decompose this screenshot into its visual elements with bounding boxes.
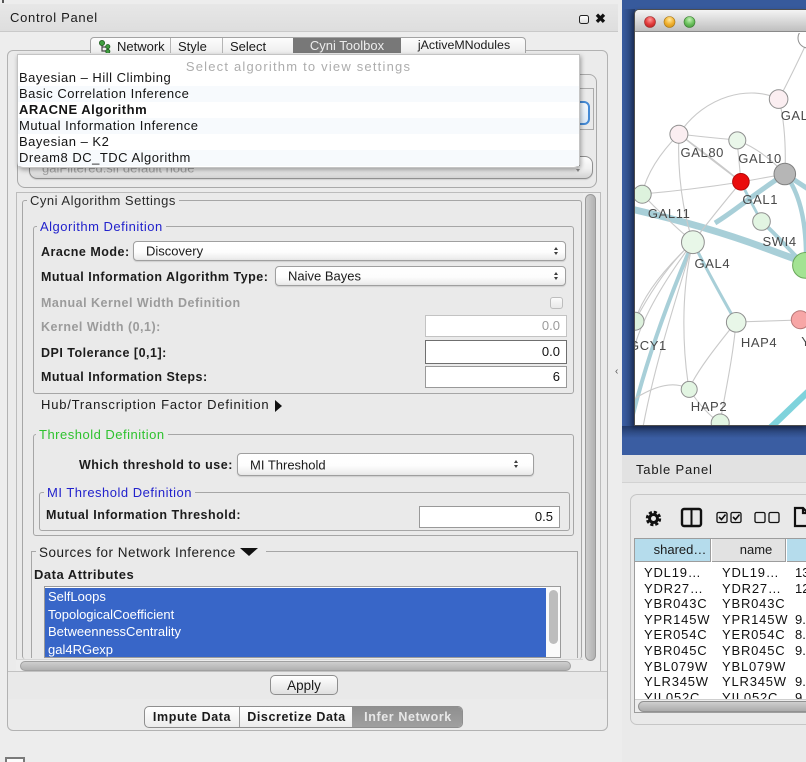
svg-text:GCY1: GCY1 [635, 338, 667, 353]
svg-text:HAP4: HAP4 [741, 335, 777, 350]
svg-text:GAL80: GAL80 [681, 145, 724, 160]
svg-text:GAL11: GAL11 [648, 206, 691, 221]
svg-text:GAL10: GAL10 [738, 151, 781, 166]
svg-text:GAL4: GAL4 [695, 256, 731, 271]
svg-text:HAP2: HAP2 [691, 399, 727, 414]
svg-text:SWI4: SWI4 [763, 234, 797, 249]
svg-text:GAL1: GAL1 [742, 192, 778, 207]
svg-text:GAL: GAL [781, 108, 806, 123]
svg-text:Y: Y [801, 334, 806, 349]
